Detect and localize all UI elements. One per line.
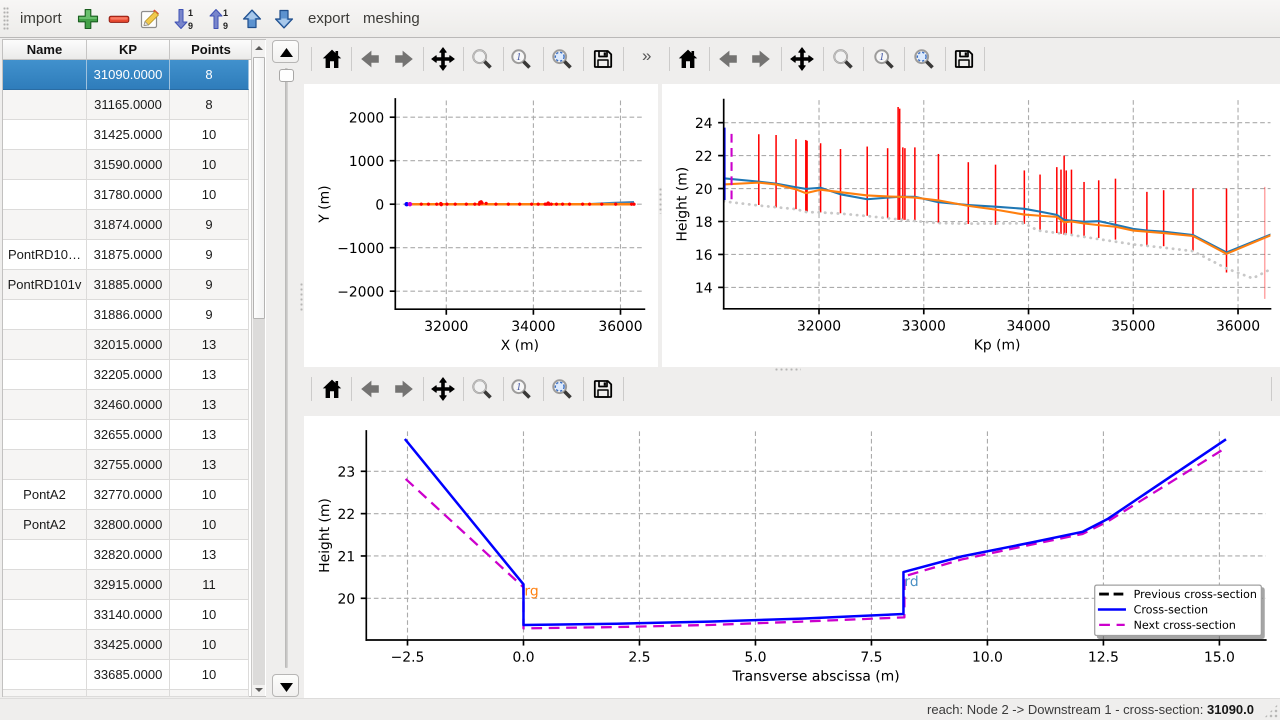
svg-text:9: 9 [223, 21, 228, 31]
svg-text:9: 9 [188, 21, 193, 31]
svg-text:1: 1 [188, 8, 193, 18]
svg-text:1: 1 [223, 8, 228, 18]
